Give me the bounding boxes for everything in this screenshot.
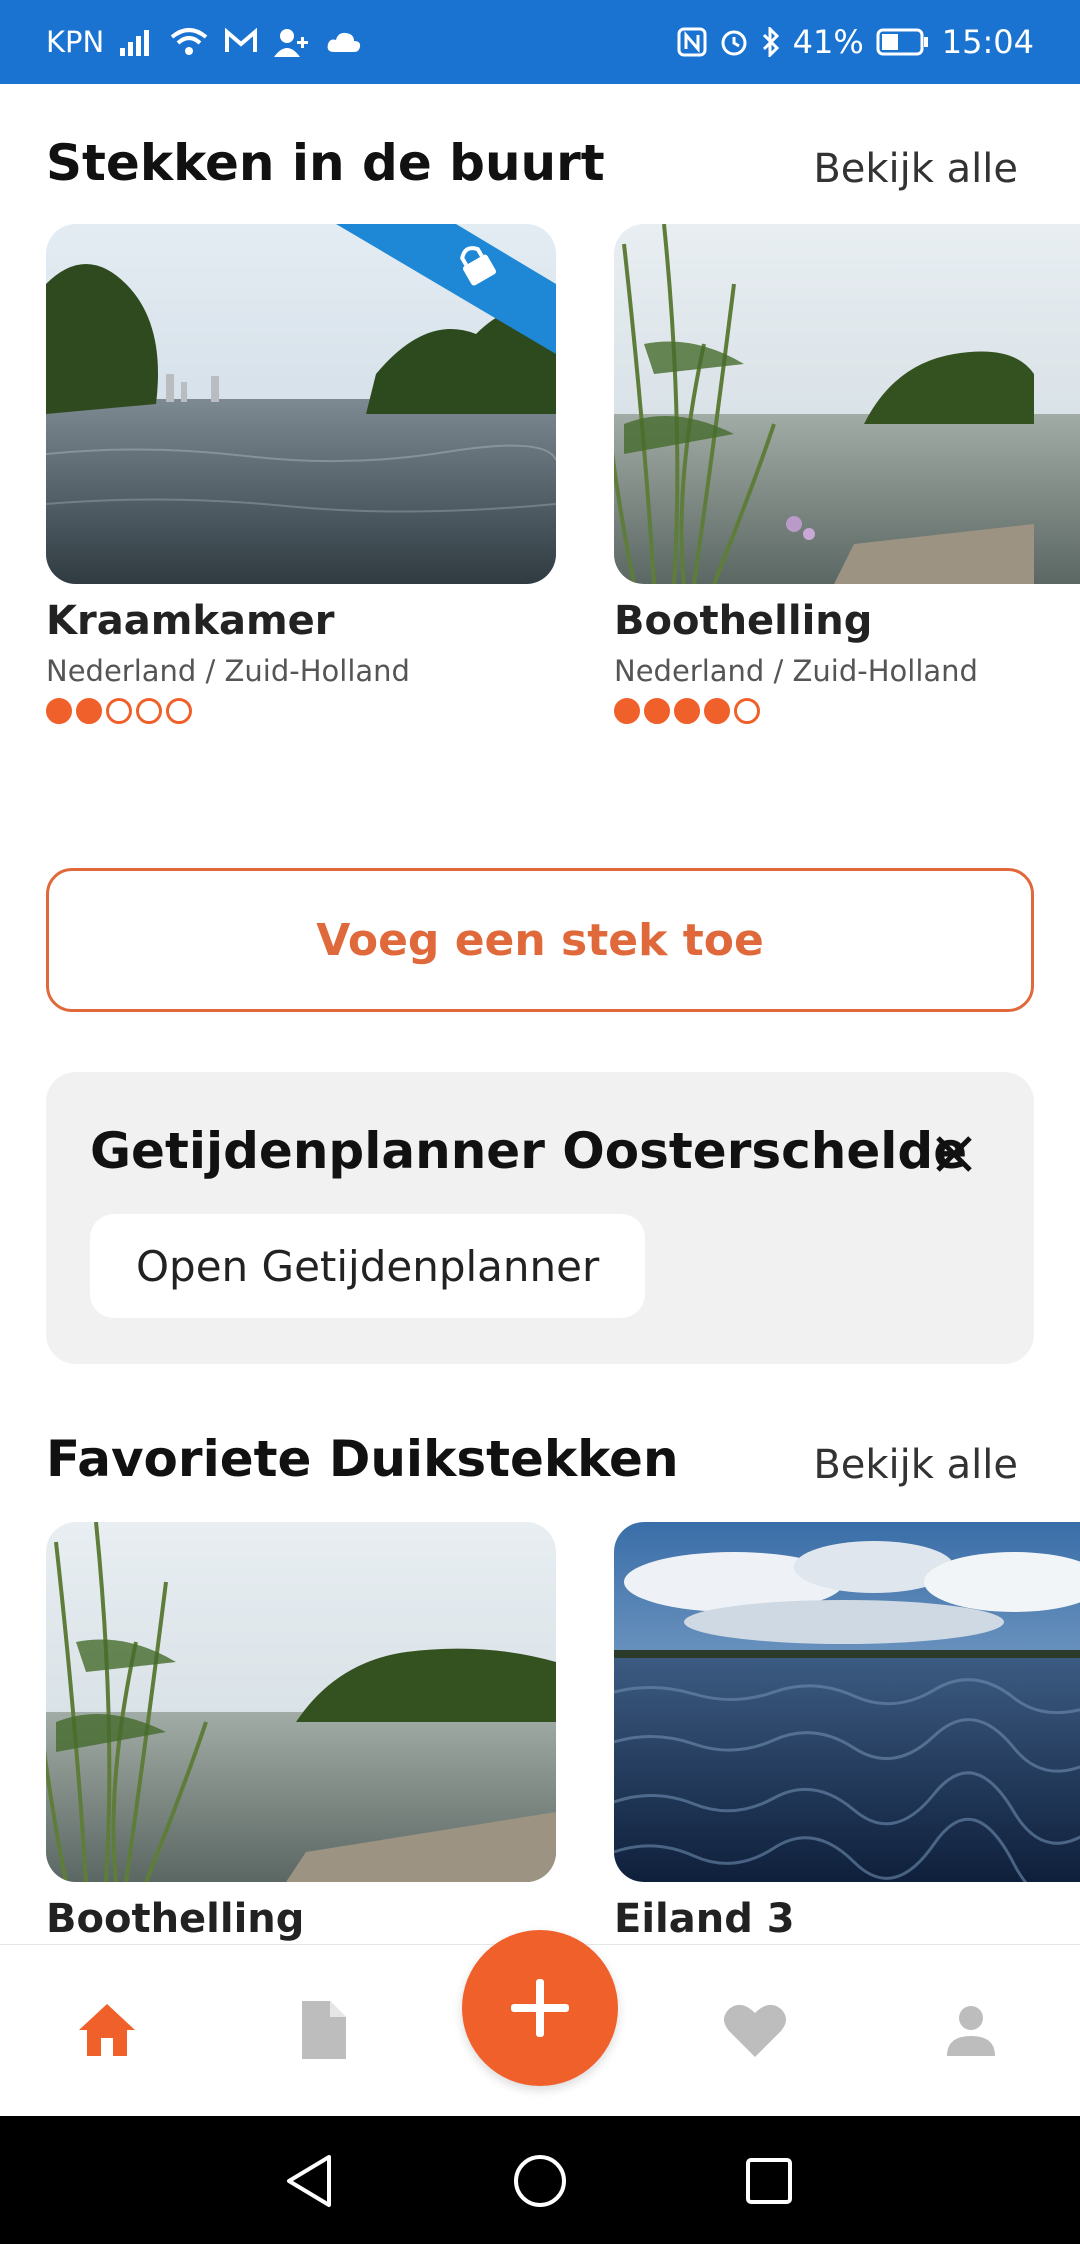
rating-dot: [136, 698, 162, 724]
spot-region: Nederland / Zuid-Holland: [46, 654, 410, 688]
favorite-photo: [614, 1522, 1080, 1882]
spot-card[interactable]: Kraamkamer Nederland / Zuid-Holland: [46, 224, 556, 724]
open-tide-planner-button[interactable]: Open Getijdenplanner: [90, 1214, 646, 1318]
rating-dot: [166, 698, 192, 724]
close-icon[interactable]: [924, 1124, 984, 1184]
spot-name: Kraamkamer: [46, 598, 335, 644]
spot-region: Nederland / Zuid-Holland: [614, 654, 978, 688]
alarm-icon: [719, 27, 749, 57]
document-icon[interactable]: [288, 1995, 358, 2065]
nfc-icon: [677, 27, 707, 57]
favorites-carousel[interactable]: Boothelling Eiland 3: [46, 1522, 1080, 1944]
favorites-header: Favoriete Duikstekken Bekijk alle: [46, 1424, 1034, 1488]
spot-name: Boothelling: [614, 598, 873, 644]
back-icon[interactable]: [274, 2146, 344, 2216]
tide-planner-title: Getijdenplanner Oosterschelde: [90, 1122, 968, 1180]
bluetooth-icon: [761, 27, 781, 57]
add-icon[interactable]: [462, 1930, 618, 2086]
nearby-header: Stekken in de buurt Bekijk alle: [46, 128, 1034, 192]
recents-icon[interactable]: [734, 2146, 804, 2216]
locked-ribbon: [336, 224, 556, 354]
nearby-see-all-link[interactable]: Bekijk alle: [813, 146, 1018, 192]
spot-rating: [46, 698, 556, 724]
rating-dot: [704, 698, 730, 724]
rating-dot: [644, 698, 670, 724]
favorite-photo: [46, 1522, 556, 1882]
person-icon[interactable]: [936, 1995, 1006, 2065]
spot-photo: [46, 224, 556, 584]
rating-dot: [106, 698, 132, 724]
rating-dot: [46, 698, 72, 724]
favorites-title: Favoriete Duikstekken: [46, 1430, 679, 1488]
status-bar: KPN 41% 15:04: [0, 0, 1080, 84]
tide-planner-card: Getijdenplanner Oosterschelde Open Getij…: [46, 1072, 1034, 1364]
favorite-name: Boothelling: [46, 1896, 305, 1942]
favorites-see-all-link[interactable]: Bekijk alle: [813, 1442, 1018, 1488]
rating-dot: [76, 698, 102, 724]
spot-photo: [614, 224, 1080, 584]
system-navigation-bar: [0, 2116, 1080, 2244]
home-circle-icon[interactable]: [505, 2146, 575, 2216]
add-contact-icon: [274, 27, 310, 57]
signal-icon: [120, 28, 154, 56]
favorite-card[interactable]: Eiland 3: [614, 1522, 1080, 1942]
home-icon[interactable]: [72, 1995, 142, 2065]
spot-rating: [614, 698, 1080, 724]
spot-card[interactable]: Boothelling Nederland / Zuid-Holland: [614, 224, 1080, 724]
heart-icon[interactable]: [720, 1995, 790, 2065]
rating-dot: [734, 698, 760, 724]
favorite-name: Eiland 3: [614, 1896, 795, 1942]
nearby-carousel[interactable]: Kraamkamer Nederland / Zuid-Holland Boot…: [46, 224, 1080, 784]
wifi-icon: [170, 27, 208, 57]
rating-dot: [614, 698, 640, 724]
battery-icon: [876, 28, 930, 56]
mail-icon: [224, 28, 258, 56]
carrier-label: KPN: [46, 25, 105, 59]
cloud-icon: [326, 30, 362, 54]
favorite-card[interactable]: Boothelling: [46, 1522, 556, 1942]
nearby-title: Stekken in de buurt: [46, 134, 605, 192]
rating-dot: [674, 698, 700, 724]
battery-percentage: 41%: [792, 23, 864, 61]
add-spot-button[interactable]: Voeg een stek toe: [46, 868, 1034, 1012]
clock: 15:04: [941, 23, 1034, 61]
